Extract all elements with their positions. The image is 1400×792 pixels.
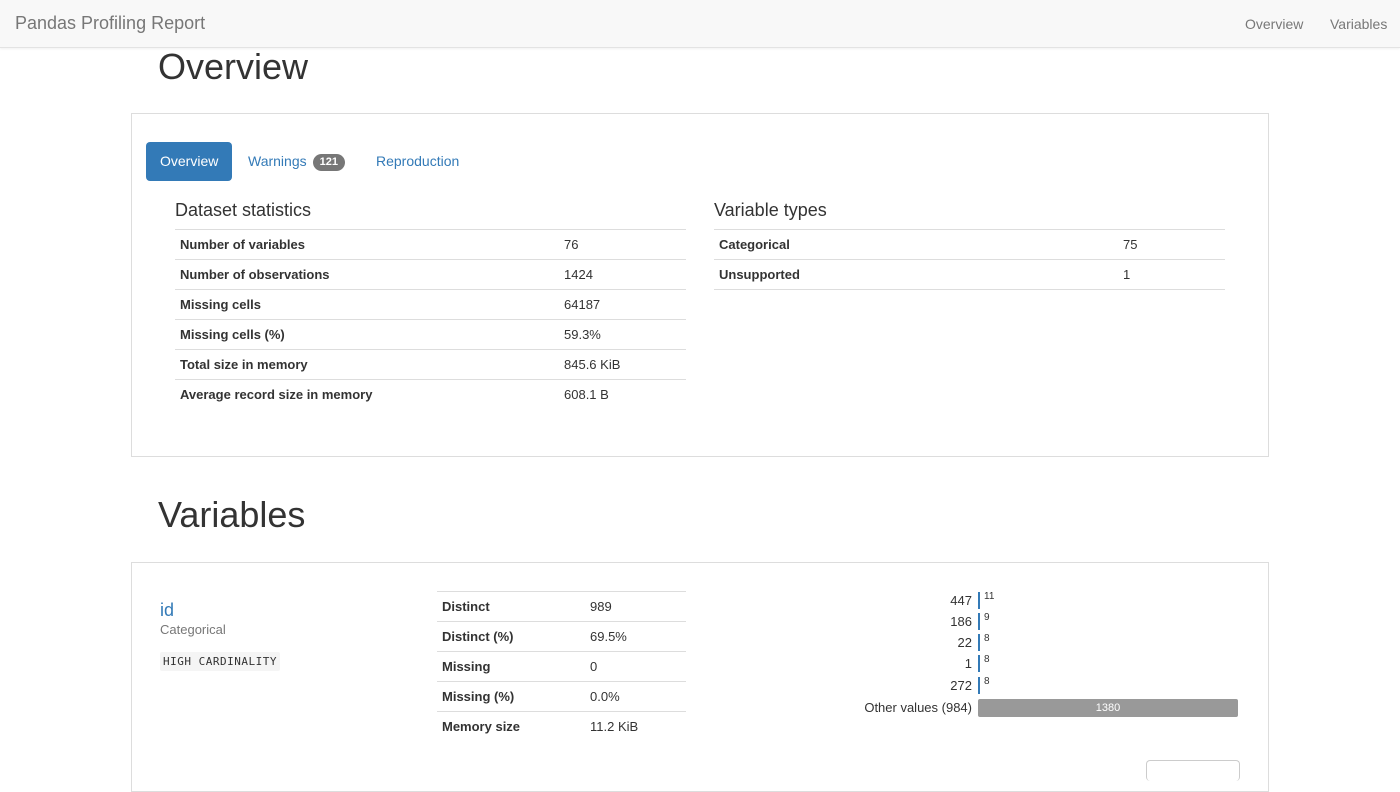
nav-link-overview[interactable]: Overview bbox=[1245, 16, 1303, 32]
table-row: Average record size in memory 608.1 B bbox=[175, 379, 686, 409]
stat-label: Memory size bbox=[437, 711, 585, 741]
frequency-row: 22 8 bbox=[832, 631, 1252, 651]
table-row: Number of observations 1424 bbox=[175, 259, 686, 290]
frequency-value-label: 1 bbox=[964, 656, 972, 671]
variable-types-table: Categorical 75 Unsupported 1 bbox=[714, 229, 1225, 290]
stat-label: Missing bbox=[437, 651, 585, 682]
frequency-value-label: Other values (984) bbox=[864, 700, 972, 715]
frequency-value-label: 186 bbox=[950, 614, 972, 629]
table-row: Number of variables 76 bbox=[175, 229, 686, 260]
variable-panel-id: id Categorical HIGH CARDINALITY Distinct… bbox=[131, 562, 1269, 792]
variables-heading: Variables bbox=[158, 494, 306, 535]
type-count: 75 bbox=[1118, 229, 1225, 260]
table-row: Missing cells 64187 bbox=[175, 289, 686, 320]
table-row: Missing (%) 0.0% bbox=[437, 681, 686, 712]
variable-stats-table: Distinct 989 Distinct (%) 69.5% Missing 0 M… bbox=[437, 591, 686, 741]
type-label: Unsupported bbox=[714, 259, 1118, 290]
stat-value: 1424 bbox=[559, 259, 686, 290]
frequency-bar-other: 1380 bbox=[978, 699, 1238, 717]
stat-label: Total size in memory bbox=[175, 349, 559, 380]
nav-link-variables[interactable]: Variables bbox=[1330, 16, 1387, 32]
frequency-count-label: 8 bbox=[984, 654, 990, 665]
stat-label: Missing (%) bbox=[437, 681, 585, 712]
variable-type: Categorical bbox=[160, 622, 226, 637]
tab-overview[interactable]: Overview bbox=[146, 142, 233, 181]
overview-panel: Overview Warnings 121 Reproduction Datase… bbox=[131, 113, 1269, 457]
stat-label: Missing cells (%) bbox=[175, 319, 559, 350]
stat-label: Distinct bbox=[437, 591, 585, 622]
stat-label: Missing cells bbox=[175, 289, 559, 320]
frequency-row: 18 bbox=[832, 652, 1252, 672]
stat-value: 69.5% bbox=[585, 621, 686, 652]
frequency-value-label: 447 bbox=[950, 593, 972, 608]
variable-types-title: Variable types bbox=[714, 200, 827, 220]
frequency-bar bbox=[978, 592, 980, 609]
frequency-bar bbox=[978, 655, 980, 672]
frequency-bar bbox=[978, 613, 980, 630]
table-row: Distinct 989 bbox=[437, 591, 686, 622]
frequency-row: 272 8 bbox=[832, 674, 1252, 694]
frequency-count-label: 8 bbox=[984, 633, 990, 644]
brand-link[interactable]: Pandas Profiling Report bbox=[15, 13, 205, 34]
table-row: Missing 0 bbox=[437, 651, 686, 682]
frequency-count-label: 9 bbox=[984, 612, 990, 623]
top-navbar: Pandas Profiling Report Overview Variabl… bbox=[0, 0, 1400, 48]
stat-value: 59.3% bbox=[559, 319, 686, 350]
frequency-count-label: 11 bbox=[984, 591, 995, 602]
stat-value: 0.0% bbox=[585, 681, 686, 712]
stat-value: 608.1 B bbox=[559, 379, 686, 409]
variable-name-link[interactable]: id bbox=[160, 600, 174, 621]
stat-value: 989 bbox=[585, 591, 686, 622]
stat-value: 0 bbox=[585, 651, 686, 682]
table-row: Unsupported 1 bbox=[714, 259, 1225, 290]
tab-reproduction[interactable]: Reproduction bbox=[376, 142, 459, 181]
tab-warnings[interactable]: Warnings 121 bbox=[248, 142, 345, 181]
toggle-details-button[interactable] bbox=[1146, 760, 1240, 781]
type-label: Categorical bbox=[714, 229, 1118, 260]
high-cardinality-warning-label: HIGH CARDINALITY bbox=[160, 652, 280, 671]
table-row: Total size in memory 845.6 KiB bbox=[175, 349, 686, 380]
frequency-count-label: 8 bbox=[984, 676, 990, 687]
stat-label: Average record size in memory bbox=[175, 379, 559, 409]
stat-value: 11.2 KiB bbox=[585, 711, 686, 741]
frequency-row: Other values (984) 1380 bbox=[832, 696, 1252, 717]
type-count: 1 bbox=[1118, 259, 1225, 290]
frequency-row: 447 11 bbox=[832, 589, 1252, 609]
table-row: Distinct (%) 69.5% bbox=[437, 621, 686, 652]
frequency-bar bbox=[978, 677, 980, 694]
stat-label: Distinct (%) bbox=[437, 621, 585, 652]
warnings-count-badge: 121 bbox=[312, 154, 345, 171]
dataset-statistics-table: Number of variables 76 Number of observat… bbox=[175, 229, 686, 409]
dataset-statistics-title: Dataset statistics bbox=[175, 200, 312, 220]
frequency-value-label: 272 bbox=[950, 678, 972, 693]
tab-warnings-label: Warnings bbox=[248, 153, 307, 169]
overview-heading: Overview bbox=[158, 46, 309, 87]
frequency-bar bbox=[978, 634, 980, 651]
frequency-value-label: 22 bbox=[957, 635, 972, 650]
frequency-mini-chart: 447 11 186 9 22 8 1 8 272 8 Other values (984) 1380 bbox=[832, 589, 1252, 719]
table-row: Memory size 11.2 KiB bbox=[437, 711, 686, 741]
table-row: Missing cells (%) 59.3% bbox=[175, 319, 686, 350]
stat-value: 76 bbox=[559, 229, 686, 260]
stat-value: 845.6 KiB bbox=[559, 349, 686, 380]
table-row: Categorical 75 bbox=[714, 229, 1225, 260]
stat-label: Number of observations bbox=[175, 259, 559, 290]
stat-label: Number of variables bbox=[175, 229, 559, 260]
stat-value: 64187 bbox=[559, 289, 686, 320]
frequency-row: 186 9 bbox=[832, 610, 1252, 630]
